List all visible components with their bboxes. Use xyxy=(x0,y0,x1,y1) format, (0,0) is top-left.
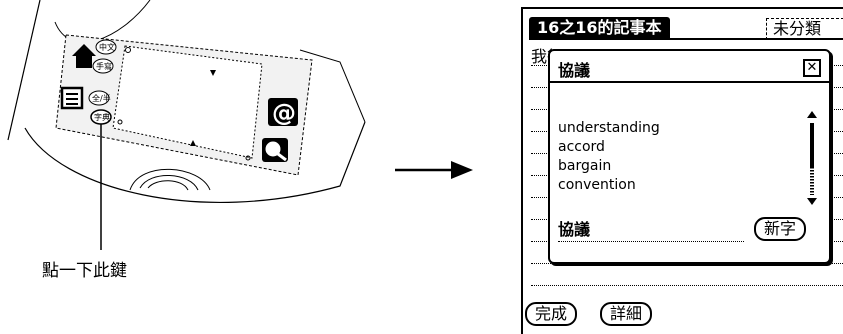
list-item[interactable]: accord xyxy=(558,138,660,157)
dictionary-dialog: 協議 ✕ understanding accord bargain conven… xyxy=(548,49,831,264)
magnifier-icon xyxy=(262,138,288,162)
full-half-key[interactable]: 全/半 xyxy=(88,90,111,106)
list-item[interactable]: bargain xyxy=(558,157,660,176)
app-title: 16之16的記事本 xyxy=(529,17,670,39)
category-dropdown[interactable]: 未分類 xyxy=(766,18,843,40)
palm-screen: 16之16的記事本 未分類 我很 協議 ✕ understanding acco… xyxy=(521,7,843,334)
done-button[interactable]: 完成 xyxy=(525,302,578,326)
scroll-down-icon[interactable] xyxy=(807,198,817,205)
list-item[interactable]: understanding xyxy=(558,119,660,138)
chinese-key[interactable]: 中文 xyxy=(95,39,117,55)
dialog-divider xyxy=(550,81,829,83)
dialog-title: 協議 xyxy=(558,61,591,80)
memo-line xyxy=(531,285,843,286)
chinese-key-label: 中文 xyxy=(99,42,115,52)
device-illustration: 中文 手寫 全/半 字典 @ xyxy=(7,0,366,250)
callout-label: 點一下此鍵 xyxy=(42,261,127,281)
right-arrow-icon xyxy=(395,161,473,179)
handwriting-key[interactable]: 手寫 xyxy=(92,58,114,74)
full-half-key-label: 全/半 xyxy=(92,93,111,103)
scroll-thumb[interactable] xyxy=(810,123,814,167)
list-item[interactable]: convention xyxy=(558,176,660,195)
dictionary-key[interactable]: 字典 xyxy=(90,109,112,125)
at-sign-icon: @ xyxy=(268,98,298,127)
details-button[interactable]: 詳細 xyxy=(600,302,653,326)
new-word-button[interactable]: 新字 xyxy=(754,217,807,241)
svg-text:@: @ xyxy=(272,99,296,127)
scrollbar[interactable] xyxy=(807,111,817,205)
handwriting-key-label: 手寫 xyxy=(96,61,112,71)
result-list: understanding accord bargain convention xyxy=(558,119,660,195)
dictionary-key-label: 字典 xyxy=(94,112,110,122)
menu-icon xyxy=(60,86,84,110)
scroll-up-icon[interactable] xyxy=(807,111,817,118)
lookup-field[interactable]: 協議 xyxy=(558,219,744,242)
close-icon[interactable]: ✕ xyxy=(803,59,821,77)
scroll-button xyxy=(129,168,211,191)
